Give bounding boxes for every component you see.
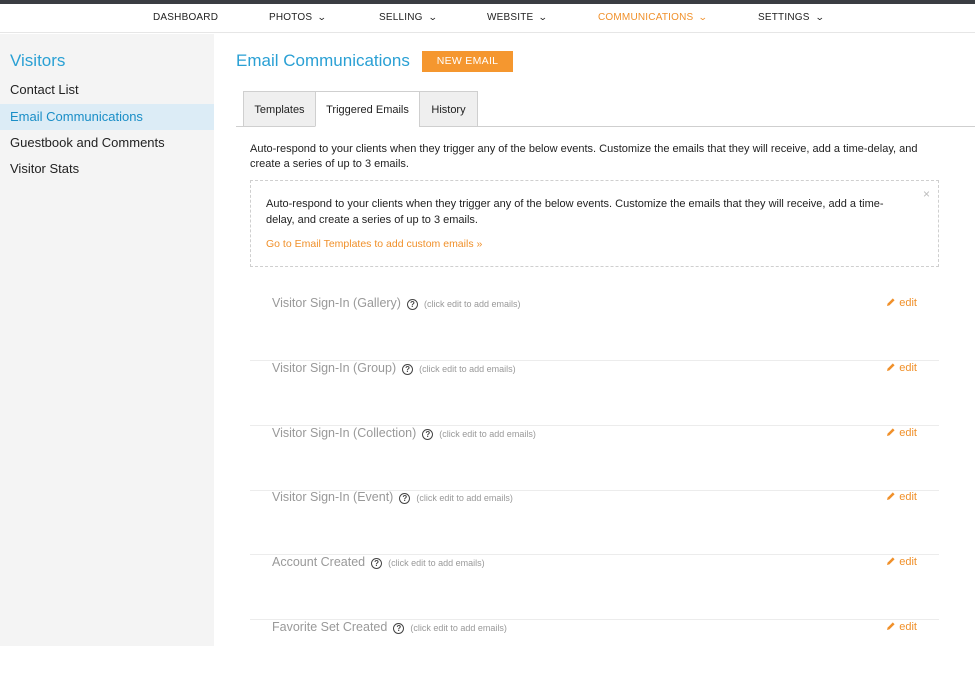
- sidebar-item-contact-list[interactable]: Contact List: [0, 77, 214, 103]
- trigger-label-container: Visitor Sign-In (Group)? (click edit to a…: [272, 361, 516, 375]
- trigger-row: Visitor Sign-In (Event)? (click edit to a…: [250, 490, 939, 555]
- edit-label: edit: [899, 556, 917, 568]
- trigger-row: Visitor Sign-In (Gallery)? (click edit to…: [250, 296, 939, 361]
- nav-communications[interactable]: COMMUNICATIONS ⌄: [598, 12, 709, 23]
- help-icon[interactable]: ?: [371, 558, 383, 569]
- edit-button[interactable]: edit: [886, 621, 917, 633]
- email-templates-link[interactable]: Go to Email Templates to add custom emai…: [266, 238, 482, 250]
- page-title: Email Communications: [236, 51, 410, 70]
- edit-button[interactable]: edit: [886, 297, 917, 309]
- tab-history[interactable]: History: [419, 91, 478, 127]
- nav-website[interactable]: WEBSITE ⌄: [487, 12, 549, 23]
- chevron-down-icon: ⌄: [427, 12, 438, 22]
- close-icon[interactable]: ×: [923, 187, 930, 201]
- trigger-label: Visitor Sign-In (Gallery): [272, 296, 401, 310]
- chevron-down-icon: ⌄: [538, 12, 549, 22]
- info-notice: Auto-respond to your clients when they t…: [250, 180, 939, 267]
- pencil-icon: [887, 622, 895, 630]
- chevron-down-icon: ⌄: [317, 12, 328, 22]
- chevron-down-icon: ⌄: [698, 12, 709, 22]
- help-icon[interactable]: ?: [402, 364, 414, 375]
- pencil-icon: [887, 492, 895, 500]
- edit-button[interactable]: edit: [886, 427, 917, 439]
- help-icon[interactable]: ?: [406, 299, 418, 310]
- pencil-icon: [887, 428, 895, 436]
- edit-label: edit: [899, 491, 917, 503]
- pencil-icon: [887, 557, 895, 565]
- trigger-label: Visitor Sign-In (Event): [272, 490, 394, 504]
- edit-label: edit: [899, 362, 917, 374]
- edit-label: edit: [899, 621, 917, 633]
- trigger-label: Account Created: [272, 555, 366, 569]
- trigger-row: Visitor Sign-In (Group)? (click edit to a…: [250, 361, 939, 426]
- help-icon[interactable]: ?: [422, 429, 434, 440]
- edit-label: edit: [899, 297, 917, 309]
- pencil-icon: [887, 298, 895, 306]
- trigger-hint: (click edit to add emails): [423, 299, 521, 309]
- edit-label: edit: [899, 427, 917, 439]
- pencil-icon: [887, 363, 895, 371]
- tab-triggered-emails[interactable]: Triggered Emails: [315, 91, 420, 127]
- main-content: Email Communications NEW EMAIL Templates…: [214, 34, 975, 646]
- sidebar-title: Visitors: [10, 51, 66, 70]
- nav-settings[interactable]: SETTINGS ⌄: [758, 12, 825, 23]
- tab-templates[interactable]: Templates: [243, 91, 316, 127]
- top-nav: DASHBOARD PHOTOS ⌄ SELLING ⌄ WEBSITE ⌄ COMM…: [0, 4, 975, 33]
- sidebar-item-visitor-stats[interactable]: Visitor Stats: [0, 156, 214, 182]
- trigger-row: Account Created? (click edit to add email…: [250, 555, 939, 620]
- trigger-hint: (click edit to add emails): [388, 558, 485, 568]
- nav-settings-label: SETTINGS: [758, 12, 810, 23]
- nav-photos-label: PHOTOS: [269, 12, 313, 23]
- sidebar-item-email-communications[interactable]: Email Communications: [0, 104, 214, 130]
- help-icon[interactable]: ?: [393, 623, 405, 634]
- nav-selling[interactable]: SELLING ⌄: [379, 12, 438, 23]
- trigger-hint: (click edit to add emails): [416, 493, 513, 503]
- nav-photos[interactable]: PHOTOS ⌄: [269, 12, 328, 23]
- trigger-label-container: Favorite Set Created? (click edit to add …: [272, 620, 507, 634]
- trigger-row: Visitor Sign-In (Collection)? (click edit…: [250, 426, 939, 491]
- trigger-row: Favorite Set Created? (click edit to add …: [250, 620, 939, 685]
- trigger-label-container: Visitor Sign-In (Event)? (click edit to a…: [272, 490, 513, 504]
- new-email-button[interactable]: NEW EMAIL: [422, 51, 513, 72]
- intro-text: Auto-respond to your clients when they t…: [250, 143, 918, 170]
- trigger-label: Visitor Sign-In (Collection): [272, 426, 417, 440]
- nav-dashboard-label: DASHBOARD: [153, 12, 219, 23]
- edit-button[interactable]: edit: [886, 362, 917, 374]
- nav-communications-label: COMMUNICATIONS: [598, 12, 694, 23]
- nav-dashboard[interactable]: DASHBOARD: [153, 12, 218, 23]
- trigger-label-container: Visitor Sign-In (Gallery)? (click edit to…: [272, 296, 521, 310]
- trigger-hint: (click edit to add emails): [419, 364, 516, 374]
- trigger-hint: (click edit to add emails): [439, 429, 536, 439]
- trigger-label-container: Visitor Sign-In (Collection)? (click edit…: [272, 426, 536, 440]
- notice-text: Auto-respond to your clients when they t…: [266, 198, 884, 226]
- help-icon[interactable]: ?: [399, 493, 411, 504]
- sidebar: Visitors Contact List Email Communicatio…: [0, 34, 214, 646]
- trigger-label-container: Account Created? (click edit to add email…: [272, 555, 485, 569]
- trigger-label: Favorite Set Created: [272, 620, 388, 634]
- nav-selling-label: SELLING: [379, 12, 423, 23]
- trigger-label: Visitor Sign-In (Group): [272, 361, 397, 375]
- sidebar-item-guestbook[interactable]: Guestbook and Comments: [0, 130, 214, 156]
- trigger-hint: (click edit to add emails): [410, 623, 507, 633]
- edit-button[interactable]: edit: [886, 491, 917, 503]
- nav-website-label: WEBSITE: [487, 12, 534, 23]
- chevron-down-icon: ⌄: [814, 12, 825, 22]
- edit-button[interactable]: edit: [886, 556, 917, 568]
